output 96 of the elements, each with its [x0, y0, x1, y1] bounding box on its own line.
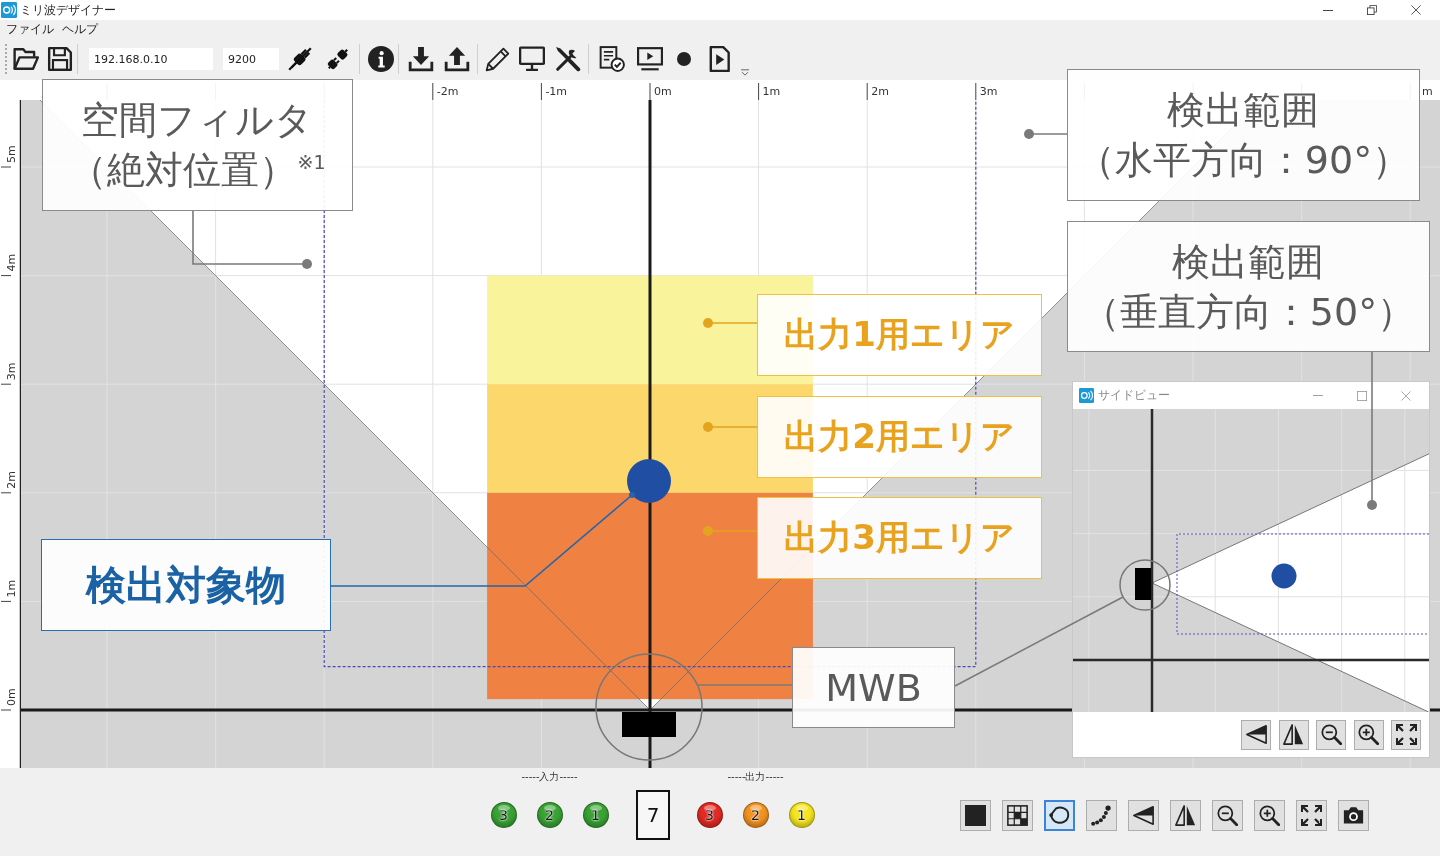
expand-icon: [1395, 724, 1417, 745]
download-icon[interactable]: [408, 46, 434, 72]
highlight-ring: [1119, 559, 1171, 611]
ruler-label: 3m: [5, 362, 18, 381]
menu-item[interactable]: ファイル: [4, 20, 56, 38]
callout: 検出範囲 （垂直方向：50°）: [1067, 221, 1430, 352]
callout: 出力3用エリア: [757, 497, 1042, 579]
app-logo-icon: [1079, 388, 1094, 403]
lasso-icon: [1049, 805, 1070, 826]
sensor-block: [622, 712, 676, 737]
ruler-label: 1m: [762, 85, 781, 98]
expand-icon: [1301, 805, 1322, 826]
dotted-path-icon: [1091, 805, 1112, 826]
callout: 検出範囲 （水平方向：90°）: [1067, 69, 1420, 201]
ruler-label: m: [1422, 85, 1433, 98]
file-play-icon[interactable]: [707, 46, 733, 72]
wedge-button[interactable]: [1241, 719, 1271, 750]
lasso-button[interactable]: [1044, 800, 1075, 831]
output-indicator: 3: [696, 802, 723, 828]
ruler-label: 4m: [5, 253, 18, 272]
ruler-label: 2m: [871, 85, 889, 98]
zoom-in-button[interactable]: [1254, 800, 1285, 831]
callout: MWB: [792, 647, 955, 728]
callout: 出力2用エリア: [757, 396, 1042, 478]
input-indicator: 3: [490, 802, 517, 828]
port-field[interactable]: 9200: [223, 48, 279, 70]
mirror-button[interactable]: [1170, 800, 1201, 831]
fit-button[interactable]: [1296, 800, 1327, 831]
leader-line: [703, 526, 758, 536]
ip-address-field[interactable]: 192.168.0.10: [89, 48, 213, 70]
chevron-icon[interactable]: [741, 69, 749, 76]
record-dot-icon[interactable]: [677, 52, 691, 66]
ruler-label: 3m: [979, 85, 998, 98]
leader-line: [703, 422, 758, 432]
target-dot: [627, 459, 671, 503]
ruler-label: 0m: [5, 688, 18, 706]
value-display: 7: [636, 790, 670, 840]
info-icon[interactable]: [368, 46, 394, 72]
grid-icon: [1007, 805, 1028, 826]
input-indicator: 1: [582, 802, 609, 828]
mirror-icon: [1283, 724, 1304, 745]
ruler-label: 1m: [5, 579, 18, 598]
close-icon[interactable]: [1411, 5, 1421, 15]
window-title: サイドビュー: [1098, 387, 1170, 404]
play-screen-icon[interactable]: [637, 46, 663, 72]
upload-icon[interactable]: [444, 46, 470, 72]
mirror-icon: [1175, 805, 1196, 826]
minimize-icon[interactable]: [1323, 9, 1333, 11]
monitor-icon[interactable]: [519, 46, 545, 72]
ruler-label: 2m: [5, 471, 18, 489]
plug-icon[interactable]: [287, 46, 313, 72]
wedge-icon: [1133, 805, 1154, 826]
group-label: -----出力-----: [727, 770, 784, 784]
ruler-label: 5m: [5, 145, 18, 163]
zoom-out-button[interactable]: [1316, 719, 1346, 750]
unplug-icon[interactable]: [325, 46, 351, 72]
leader-line: [1024, 129, 1068, 139]
zoom-out-button[interactable]: [1212, 800, 1243, 831]
callout: 空間フィルタ （絶対位置）$^{※1}$: [42, 79, 353, 211]
output-indicator: 1: [788, 802, 815, 828]
callout: 出力1用エリア: [757, 294, 1042, 376]
grid-button[interactable]: [1002, 800, 1033, 831]
square-icon: [965, 805, 986, 826]
fit-button[interactable]: [1391, 719, 1421, 750]
grip-handle[interactable]: [5, 44, 9, 74]
target-dot: [1271, 563, 1297, 589]
ruler-label: -1m: [545, 85, 568, 98]
input-indicator: 2: [536, 802, 563, 828]
leader-line: [703, 318, 758, 328]
sensor-block: [1135, 568, 1151, 600]
zoom-out-icon: [1217, 805, 1238, 826]
camera-button[interactable]: [1338, 800, 1369, 831]
group-label: -----入力-----: [521, 770, 578, 784]
checklist-icon[interactable]: [599, 46, 625, 72]
wedge-button[interactable]: [1128, 800, 1159, 831]
camera-icon: [1343, 805, 1364, 826]
open-folder-icon[interactable]: [13, 46, 39, 72]
ruler-label: 0m: [654, 85, 672, 98]
menu-item[interactable]: ヘルプ: [60, 20, 100, 38]
output-indicator: 2: [742, 802, 769, 828]
ruler-label: -2m: [436, 85, 459, 98]
tools-icon[interactable]: [555, 46, 581, 72]
pencil-icon[interactable]: [485, 46, 511, 72]
restore-icon[interactable]: [1367, 5, 1377, 15]
zoom-in-icon: [1358, 724, 1379, 745]
wedge-icon: [1245, 724, 1267, 745]
mirror-button[interactable]: [1278, 719, 1309, 750]
stop-button[interactable]: [960, 800, 991, 831]
zoom-in-icon: [1259, 805, 1280, 826]
zoom-out-icon: [1320, 724, 1342, 745]
zoom-in-button[interactable]: [1353, 719, 1384, 750]
maximize-icon[interactable]: [1357, 390, 1367, 401]
callout: 検出対象物: [41, 539, 331, 631]
trail-button[interactable]: [1086, 800, 1117, 831]
window-title: ミリ波デザイナー: [20, 1, 116, 19]
save-icon[interactable]: [47, 46, 73, 72]
